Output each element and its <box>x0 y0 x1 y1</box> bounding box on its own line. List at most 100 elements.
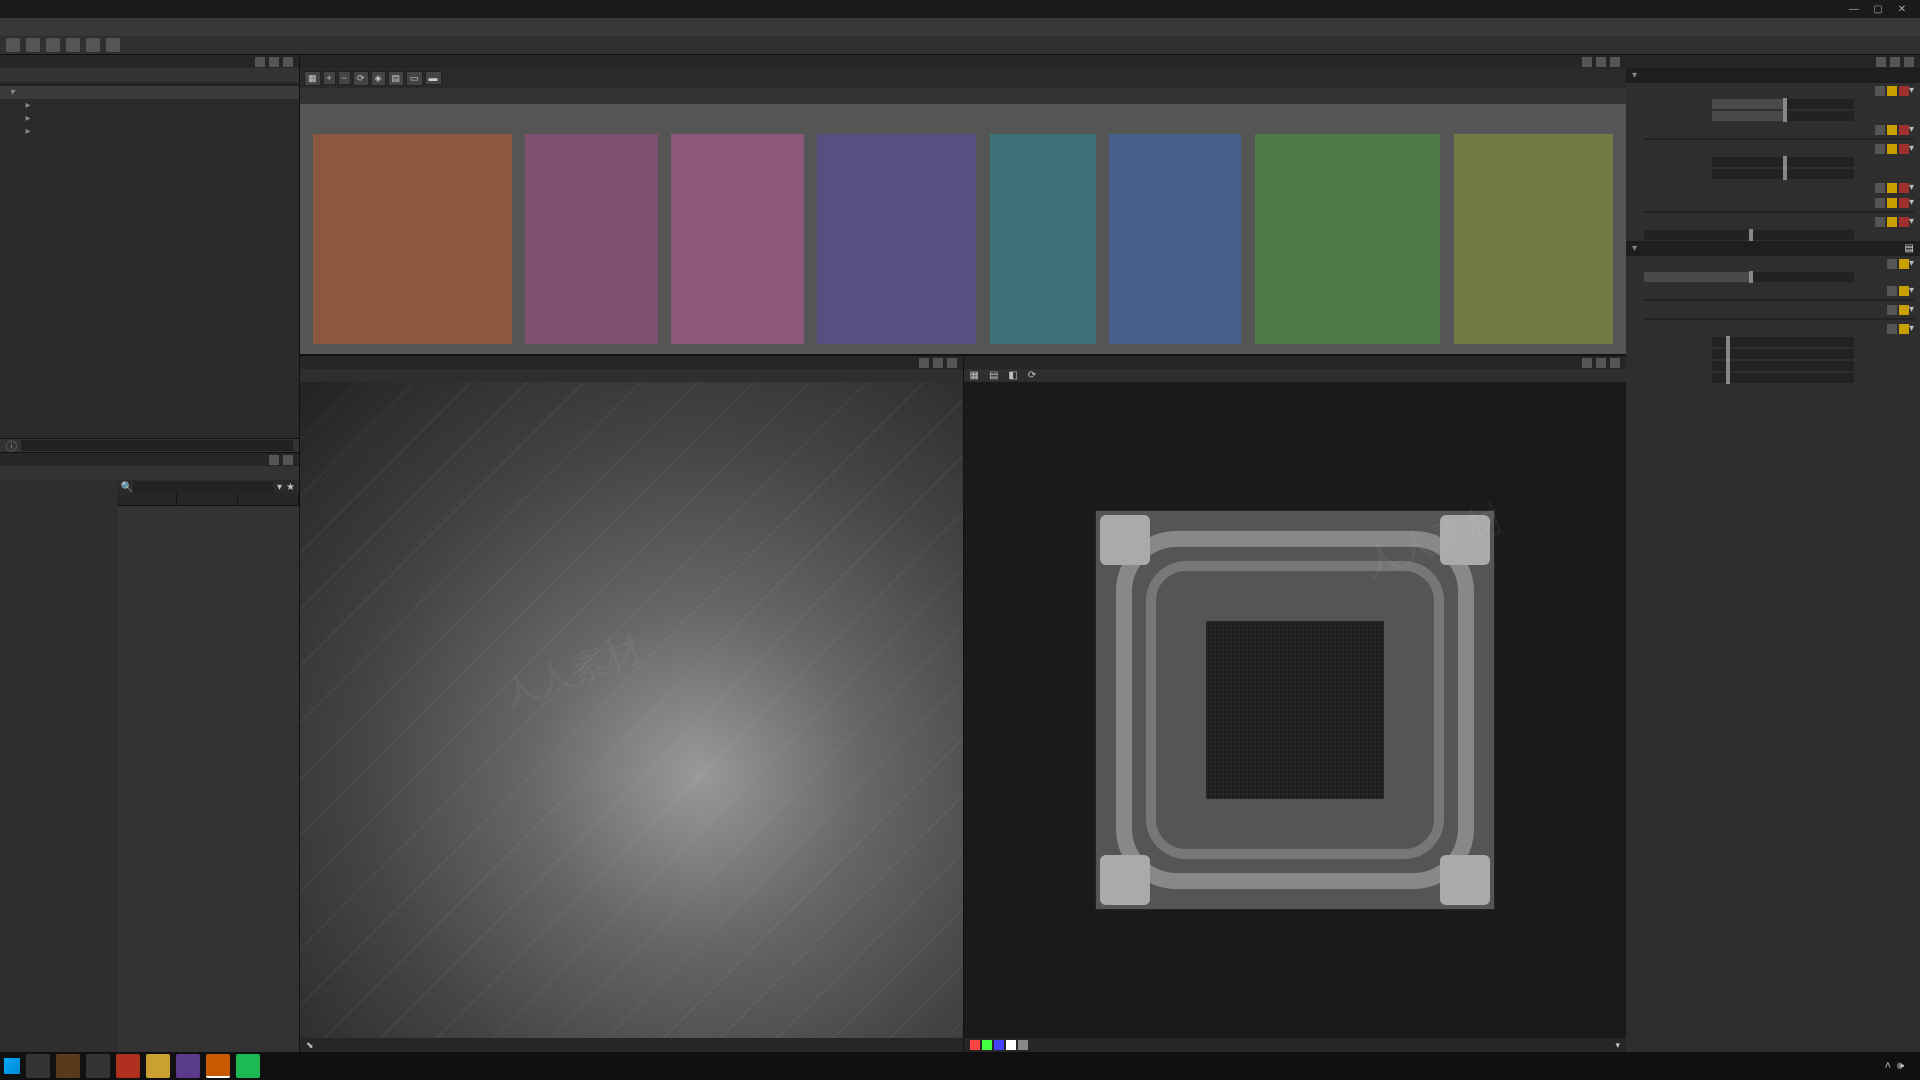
graph-frame[interactable] <box>990 134 1096 344</box>
panel-max-icon[interactable] <box>933 358 943 368</box>
blend-mode-select[interactable] <box>1644 299 1914 301</box>
graph-frame[interactable] <box>1255 134 1441 344</box>
panel-pin-icon[interactable] <box>919 358 929 368</box>
explorer-item-graph[interactable]: ▸ <box>0 99 299 112</box>
seed-slider[interactable] <box>1644 230 1854 240</box>
3d-view-menubar <box>300 369 963 382</box>
crop-bottom-slider[interactable] <box>1712 373 1854 383</box>
window-close-button[interactable]: ✕ <box>1890 4 1914 15</box>
library-view-icon[interactable] <box>6 467 18 479</box>
new-substance-button[interactable] <box>6 38 20 52</box>
taskbar-item-active[interactable] <box>206 1054 230 1078</box>
explorer-item-logo[interactable]: ▸ <box>0 112 299 125</box>
explorer-home-icon[interactable] <box>6 69 18 81</box>
panel-close-icon[interactable] <box>1610 57 1620 67</box>
prop-alpha-blending: ▾ <box>1626 302 1920 317</box>
crop-left-slider[interactable] <box>1712 337 1854 347</box>
graph-tool-icon[interactable]: ▭ <box>406 71 423 86</box>
width-slider[interactable] <box>1712 99 1854 109</box>
graph-tool-icon[interactable]: ▤ <box>388 71 405 86</box>
taskbar-item[interactable] <box>116 1054 140 1078</box>
graph-tool-icon[interactable]: ⟳ <box>353 71 369 86</box>
crop-top-slider[interactable] <box>1712 361 1854 371</box>
panel-close-icon[interactable] <box>1610 358 1620 368</box>
graph-frame[interactable] <box>671 134 804 344</box>
favorite-icon[interactable]: ★ <box>286 482 295 493</box>
graph-tool-icon[interactable]: − <box>338 71 351 85</box>
2d-tool-icon[interactable]: ▦ <box>970 370 979 381</box>
2d-viewport[interactable]: 人人素材 <box>964 382 1627 1038</box>
panel-max-icon[interactable] <box>1596 358 1606 368</box>
pixel-width-slider[interactable] <box>1712 157 1854 167</box>
3d-viewport[interactable]: 人人素材 <box>300 382 963 1038</box>
explorer-filter-input[interactable] <box>21 440 293 451</box>
graph-frame[interactable] <box>1109 134 1242 344</box>
taskbar-item[interactable] <box>236 1054 260 1078</box>
explorer-item-resources[interactable]: ▸ <box>0 125 299 138</box>
tray-icon[interactable]: ˄ <box>1885 1060 1891 1072</box>
main-toolbar <box>0 36 1920 54</box>
export-button[interactable] <box>106 38 120 52</box>
2d-tool-icon[interactable]: ⟳ <box>1028 370 1036 381</box>
explorer-link-icon[interactable] <box>38 69 50 81</box>
2d-tool-icon[interactable]: ▤ <box>989 370 998 381</box>
tiling-select[interactable] <box>1644 211 1914 213</box>
graph-frame[interactable] <box>525 134 658 344</box>
panel-close-icon[interactable] <box>947 358 957 368</box>
library-search-input[interactable] <box>133 481 273 494</box>
panel-pin-icon[interactable] <box>269 455 279 465</box>
save-all-button[interactable] <box>66 38 80 52</box>
preset-icon[interactable]: ▤ <box>1905 243 1914 254</box>
graph-tool-icon[interactable]: + <box>323 71 336 85</box>
graph-canvas[interactable] <box>300 104 1626 354</box>
graph-tool-icon[interactable]: ▬ <box>425 71 442 85</box>
panel-max-icon[interactable] <box>1890 57 1900 67</box>
graph-frame[interactable] <box>313 134 512 344</box>
refresh-button[interactable] <box>86 38 100 52</box>
gizmo-icon[interactable]: ⬊ <box>306 1040 314 1051</box>
prop-section-base[interactable]: ▾ <box>1626 68 1920 83</box>
panel-pin-icon[interactable] <box>1582 358 1592 368</box>
height-slider[interactable] <box>1712 111 1854 121</box>
output-format-select[interactable] <box>1644 138 1914 140</box>
library-filter-icon[interactable] <box>22 467 34 479</box>
panel-pin-icon[interactable] <box>255 57 265 67</box>
filter-icon[interactable]: ▾ <box>273 482 286 493</box>
explorer-refresh-icon[interactable] <box>22 69 34 81</box>
panel-close-icon[interactable] <box>283 57 293 67</box>
graph-tool-icon[interactable]: ◈ <box>371 71 386 86</box>
graph-frame[interactable] <box>817 134 976 344</box>
panel-pin-icon[interactable] <box>1582 57 1592 67</box>
explorer-folder-icon[interactable] <box>54 69 66 81</box>
opacity-slider[interactable] <box>1644 272 1854 282</box>
tray-icon[interactable]: 🕪 <box>1897 1060 1904 1073</box>
taskbar-item[interactable] <box>86 1054 110 1078</box>
panel-close-icon[interactable] <box>283 455 293 465</box>
panel-max-icon[interactable] <box>269 57 279 67</box>
alpha-select[interactable] <box>1644 318 1914 320</box>
save-button[interactable] <box>46 38 60 52</box>
panel-pin-icon[interactable] <box>1876 57 1886 67</box>
graph-tool-icon[interactable]: ▦ <box>304 71 321 86</box>
2d-settings-icon[interactable]: ▾ <box>1615 1040 1620 1051</box>
start-button[interactable] <box>4 1058 20 1074</box>
library-categories <box>0 480 117 1052</box>
open-button[interactable] <box>26 38 40 52</box>
left-column: ▾ ▸ ▸ ▸ ⓘ <box>0 54 300 1052</box>
2d-channel-swatches[interactable] <box>970 1040 1028 1050</box>
taskbar-item[interactable] <box>56 1054 80 1078</box>
2d-tool-icon[interactable]: ◧ <box>1008 370 1017 381</box>
window-maximize-button[interactable]: ▢ <box>1866 4 1890 15</box>
crop-right-slider[interactable] <box>1712 349 1854 359</box>
library-panel: 🔍 ▾ ★ <box>0 452 299 1052</box>
panel-max-icon[interactable] <box>1596 57 1606 67</box>
explorer-item-package[interactable]: ▾ <box>0 86 299 99</box>
pixel-height-slider[interactable] <box>1712 169 1854 179</box>
window-minimize-button[interactable]: — <box>1842 4 1866 15</box>
panel-close-icon[interactable] <box>1904 57 1914 67</box>
taskbar-item[interactable] <box>176 1054 200 1078</box>
prop-section-specific[interactable]: ▾▤ <box>1626 241 1920 256</box>
graph-frame[interactable] <box>1454 134 1613 344</box>
taskbar-item[interactable] <box>26 1054 50 1078</box>
taskbar-item[interactable] <box>146 1054 170 1078</box>
